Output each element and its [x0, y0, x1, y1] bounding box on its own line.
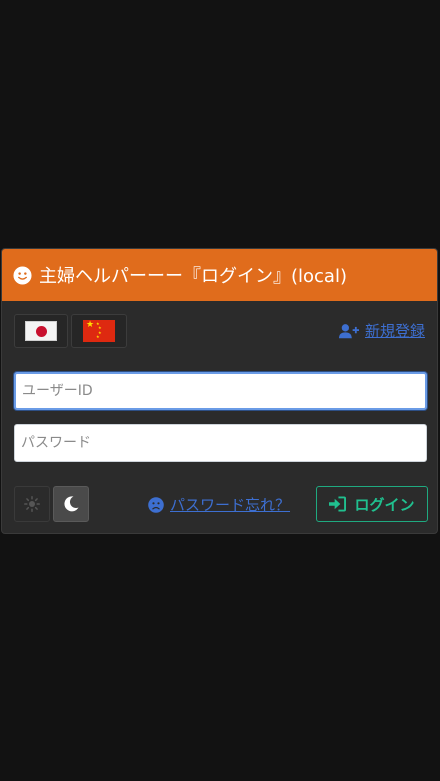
dark-theme-button[interactable] — [53, 486, 89, 522]
user-plus-icon — [338, 323, 359, 338]
register-link[interactable]: 新規登録 — [338, 320, 425, 341]
login-card: 主婦ヘルパーーー『ログイン』(local) ★ ★ ★ ★ ★ 新規登録 ユーザ… — [1, 248, 438, 534]
login-button[interactable]: ログイン — [316, 486, 428, 522]
card-header: 主婦ヘルパーーー『ログイン』(local) — [2, 249, 437, 301]
user-id-input[interactable] — [14, 372, 427, 410]
login-label: ログイン — [354, 495, 415, 514]
language-chinese-button[interactable]: ★ ★ ★ ★ ★ — [71, 314, 127, 348]
card-body: ★ ★ ★ ★ ★ 新規登録 ユーザーID パスワード忘れ？ ログイン — [2, 301, 437, 533]
japan-flag-icon — [25, 321, 57, 341]
page-title: 主婦ヘルパーーー『ログイン』(local) — [39, 266, 347, 287]
forgot-password-link[interactable]: パスワード忘れ？ — [148, 494, 290, 515]
sad-face-icon — [148, 496, 164, 513]
china-flag-icon: ★ ★ ★ ★ ★ — [83, 320, 115, 342]
smile-icon — [13, 265, 32, 285]
forgot-password-label: パスワード忘れ？ — [170, 496, 291, 514]
sun-icon — [24, 496, 40, 512]
moon-icon — [64, 496, 79, 512]
password-input[interactable] — [14, 424, 427, 462]
sign-in-icon — [329, 496, 347, 512]
language-japanese-button[interactable] — [14, 314, 68, 348]
page: 主婦ヘルパーーー『ログイン』(local) ★ ★ ★ ★ ★ 新規登録 ユーザ… — [0, 0, 440, 781]
light-theme-button[interactable] — [14, 486, 50, 522]
register-label: 新規登録 — [364, 322, 425, 340]
